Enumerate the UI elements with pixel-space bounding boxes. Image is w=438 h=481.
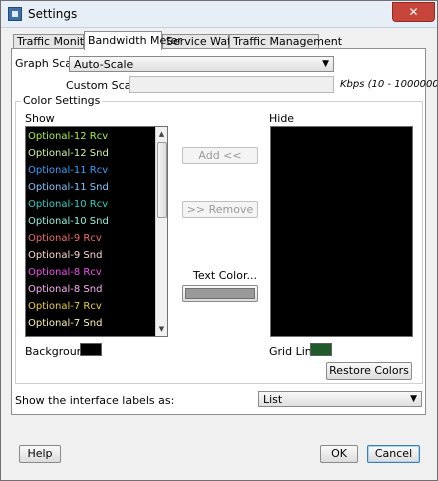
- remove-button[interactable]: >> Remove: [182, 201, 258, 218]
- text-color-label: Text Color...: [193, 269, 257, 282]
- close-button[interactable]: ✕: [392, 2, 435, 22]
- show-listbox[interactable]: Optional-12 Rcv Optional-12 Snd Optional…: [25, 126, 168, 337]
- tab-traffic-monitor[interactable]: Traffic Monitor: [13, 34, 95, 49]
- tab-bandwidth-meter[interactable]: Bandwidth Meter: [84, 31, 182, 50]
- chevron-down-icon: ▼: [410, 394, 417, 404]
- text-color-button[interactable]: [182, 285, 258, 302]
- hide-listbox[interactable]: [270, 126, 413, 337]
- list-item-optional-9-rcv[interactable]: Optional-9 Rcv: [28, 230, 102, 247]
- text-color-swatch: [185, 288, 255, 299]
- window-title: Settings: [28, 7, 78, 21]
- list-item-optional-8-snd[interactable]: Optional-8 Snd: [28, 281, 102, 298]
- show-list-label: Show: [25, 112, 55, 125]
- restore-colors-button[interactable]: Restore Colors: [326, 362, 412, 380]
- custom-scale-input[interactable]: [129, 76, 334, 93]
- settings-app-icon: [8, 7, 22, 21]
- scroll-up-icon[interactable]: ▲: [156, 127, 167, 141]
- graph-scale-value: Auto-Scale: [74, 58, 134, 71]
- list-item-optional-12-rcv[interactable]: Optional-12 Rcv: [28, 128, 108, 145]
- grid-line-color-swatch[interactable]: [310, 343, 332, 356]
- scroll-thumb[interactable]: [157, 142, 167, 218]
- list-item-optional-12-snd[interactable]: Optional-12 Snd: [28, 145, 109, 162]
- list-item-optional-8-rcv[interactable]: Optional-8 Rcv: [28, 264, 102, 281]
- interface-labels-value: List: [263, 393, 283, 406]
- list-item-optional-7-rcv[interactable]: Optional-7 Rcv: [28, 298, 102, 315]
- title-bar[interactable]: Settings ✕: [1, 1, 437, 28]
- list-item-optional-11-snd[interactable]: Optional-11 Snd: [28, 179, 109, 196]
- interface-labels-label: Show the interface labels as:: [15, 394, 175, 407]
- list-item-optional-9-snd[interactable]: Optional-9 Snd: [28, 247, 102, 264]
- show-list-scrollbar[interactable]: ▲ ▼: [155, 127, 167, 336]
- cancel-button[interactable]: Cancel: [367, 445, 420, 463]
- list-item-optional-10-rcv[interactable]: Optional-10 Rcv: [28, 196, 108, 213]
- interface-labels-select[interactable]: List ▼: [258, 391, 422, 407]
- scroll-down-icon[interactable]: ▼: [156, 322, 167, 336]
- list-item-optional-7-snd[interactable]: Optional-7 Snd: [28, 315, 102, 332]
- custom-scale-hint: Kbps (10 - 1000000): [340, 79, 438, 90]
- bandwidth-meter-panel: Graph Scale Auto-Scale ▼ Custom Scale Kb…: [11, 48, 437, 415]
- hide-list-label: Hide: [269, 112, 295, 125]
- tab-traffic-management[interactable]: Traffic Management: [229, 34, 342, 49]
- color-settings-label: Color Settings: [21, 94, 103, 107]
- list-item-optional-10-snd[interactable]: Optional-10 Snd: [28, 213, 109, 230]
- background-color-swatch[interactable]: [80, 343, 102, 356]
- ok-button[interactable]: OK: [320, 445, 358, 463]
- list-item-optional-11-rcv[interactable]: Optional-11 Rcv: [28, 162, 108, 179]
- help-button[interactable]: Help: [19, 445, 61, 463]
- add-button[interactable]: Add <<: [182, 147, 258, 164]
- graph-scale-select[interactable]: Auto-Scale ▼: [69, 56, 334, 72]
- chevron-down-icon: ▼: [322, 59, 329, 69]
- settings-dialog: Settings ✕ Traffic Monitor Bandwidth Met…: [0, 0, 438, 481]
